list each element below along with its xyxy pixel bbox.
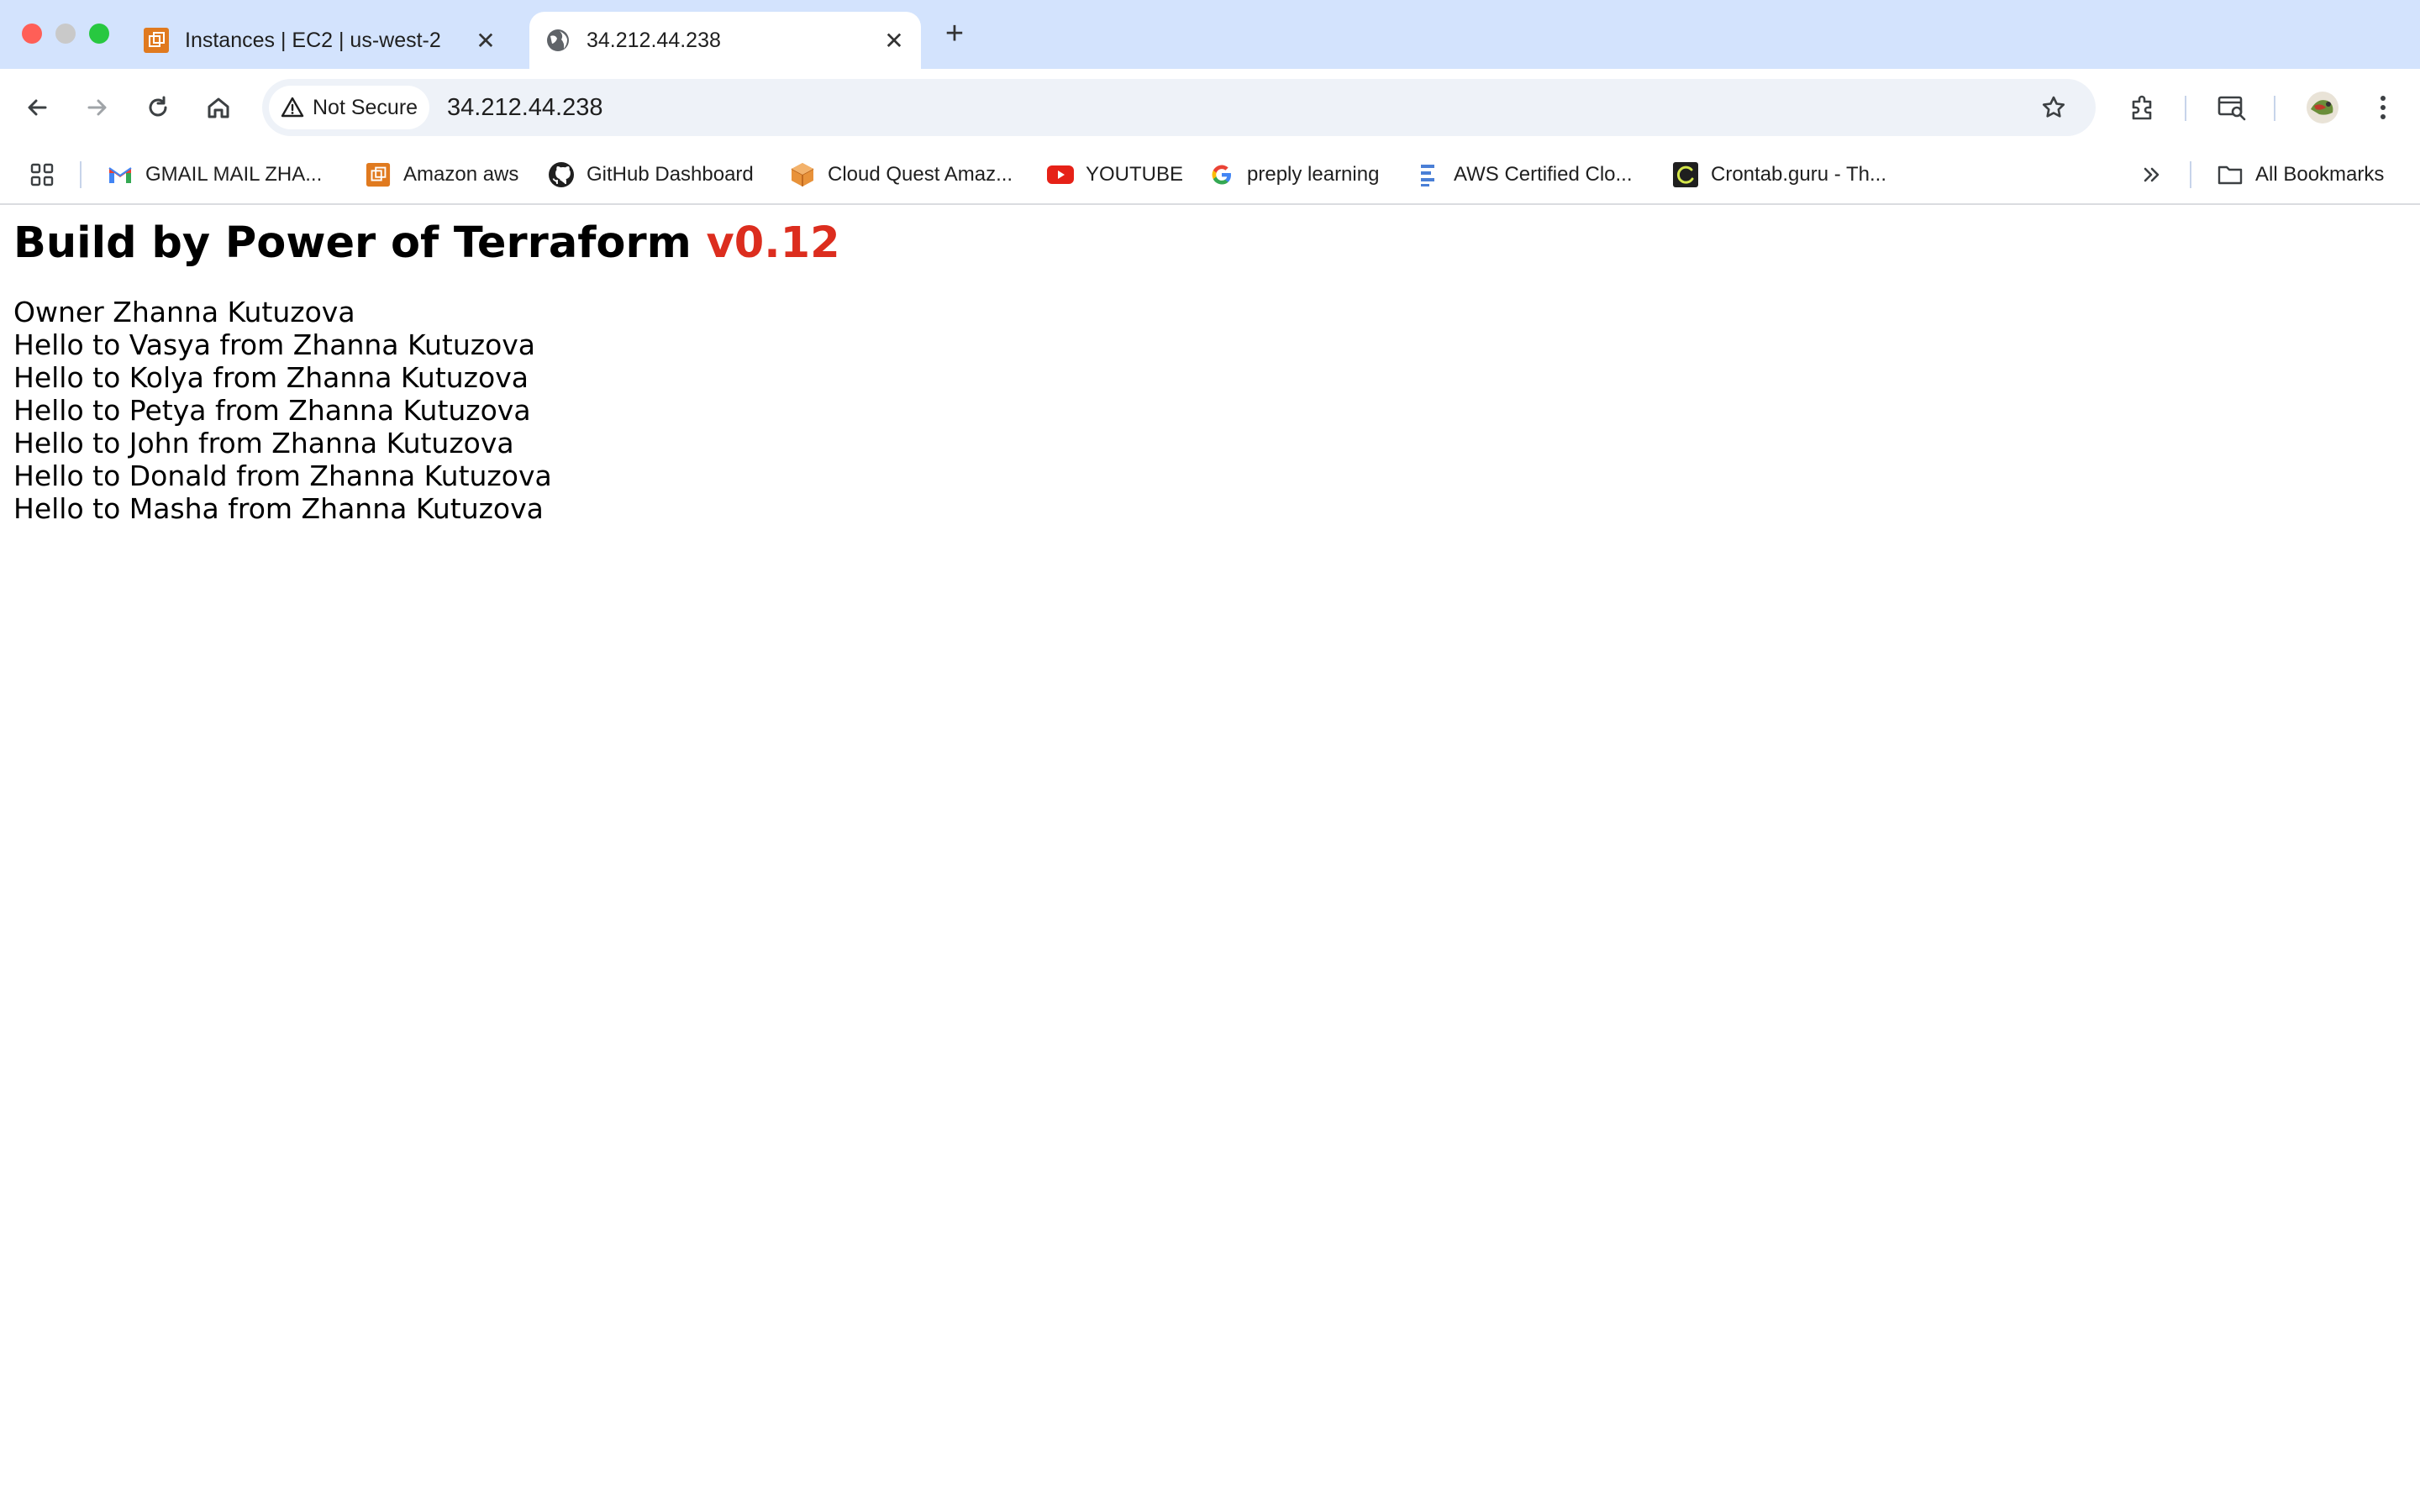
bookmark-amazon-aws[interactable]: Amazon aws <box>365 146 518 203</box>
profile-avatar-button[interactable] <box>2302 87 2343 128</box>
bookmark-youtube[interactable]: YOUTUBE <box>1047 146 1183 203</box>
tab-title: Instances | EC2 | us-west-2 <box>185 28 441 52</box>
browser-menu-button[interactable] <box>2363 87 2403 128</box>
youtube-icon <box>1047 161 1074 188</box>
more-vertical-icon <box>2381 96 2386 119</box>
toolbar-divider <box>2274 96 2275 121</box>
tab-search-icon <box>2217 96 2246 121</box>
crontab-icon <box>1672 161 1699 188</box>
bookmark-label: Crontab.guru - Th... <box>1711 163 1886 186</box>
greeting-line: Hello to Donald from Zhanna Kutuzova <box>13 459 552 492</box>
all-bookmarks-label: All Bookmarks <box>2255 163 2385 186</box>
url-text[interactable]: 34.212.44.238 <box>447 79 602 136</box>
greeting-line: Hello to Kolya from Zhanna Kutuzova <box>13 361 529 394</box>
apps-button[interactable] <box>29 146 55 203</box>
avatar <box>2307 92 2338 123</box>
github-icon <box>548 161 575 188</box>
back-button[interactable] <box>17 87 57 128</box>
bookmark-aws-certified[interactable]: AWS Certified Clo... <box>1415 146 1633 203</box>
aws-ec2-icon <box>143 27 170 54</box>
more-bookmarks-button[interactable] <box>2139 146 2163 203</box>
greeting-line: Hello to Vasya from Zhanna Kutuzova <box>13 328 536 361</box>
bookmark-label: YOUTUBE <box>1086 163 1184 186</box>
bookmark-crontab-guru[interactable]: Crontab.guru - Th... <box>1672 146 1886 203</box>
bookmark-cloud-quest[interactable]: Cloud Quest Amaz... <box>789 146 1013 203</box>
security-label: Not Secure <box>313 95 418 119</box>
forward-button[interactable] <box>77 87 118 128</box>
tab-title: 34.212.44.238 <box>587 28 721 52</box>
greeting-line: Hello to Petya from Zhanna Kutuzova <box>13 394 531 427</box>
chevron-double-right-icon <box>2144 167 2160 182</box>
bookmark-github[interactable]: GitHub Dashboard <box>548 146 754 203</box>
greeting-line: Hello to Masha from Zhanna Kutuzova <box>13 492 544 525</box>
greeting-line: Hello to John from Zhanna Kutuzova <box>13 427 514 459</box>
tab-current-page[interactable]: 34.212.44.238 ✕ <box>529 12 921 69</box>
puzzle-icon <box>2132 95 2152 120</box>
close-tab-icon[interactable]: ✕ <box>879 25 909 55</box>
aws-icon <box>365 161 392 188</box>
page-content: Build by Power of Terraform v0.12 Owner … <box>13 217 840 525</box>
home-icon <box>208 97 229 118</box>
page-title: Build by Power of Terraform v0.12 <box>13 217 840 270</box>
apps-grid-icon <box>30 163 54 186</box>
tab-search-button[interactable] <box>2212 87 2252 128</box>
warning-icon <box>281 97 304 118</box>
star-icon <box>2042 96 2065 118</box>
maximize-window-button[interactable] <box>89 24 109 44</box>
greeting-list: Owner Zhanna Kutuzova Hello to Vasya fro… <box>13 296 840 525</box>
tab-ec2-instances[interactable]: Instances | EC2 | us-west-2 ✕ <box>138 12 513 69</box>
bookmark-label: Amazon aws <box>403 163 519 186</box>
home-button[interactable] <box>198 87 239 128</box>
bookmarks-divider <box>80 161 82 188</box>
bookmark-label: GMAIL MAIL ZHA... <box>145 163 323 186</box>
owner-line: Owner Zhanna Kutuzova <box>13 296 355 328</box>
version-label: v0.12 <box>706 218 840 268</box>
bookmarks-bar: GMAIL MAIL ZHA... Amazon aws GitHub Dash… <box>0 146 2420 205</box>
bookmark-gmail[interactable]: GMAIL MAIL ZHA... <box>107 146 322 203</box>
arrow-left-icon <box>28 99 47 116</box>
tab-strip: Instances | EC2 | us-west-2 ✕ 34.212.44.… <box>0 0 2420 69</box>
google-icon <box>1208 161 1235 188</box>
bookmark-label: preply learning <box>1247 163 1380 186</box>
new-tab-button[interactable]: + <box>938 15 971 52</box>
site-info-button[interactable]: Not Secure <box>269 86 430 129</box>
gmail-icon <box>107 161 134 188</box>
arrow-right-icon <box>87 99 107 116</box>
reload-icon <box>149 96 167 117</box>
browser-toolbar: Not Secure 34.212.44.238 <box>0 69 2420 146</box>
folder-icon <box>2217 161 2244 188</box>
bookmark-preply[interactable]: preply learning <box>1208 146 1379 203</box>
page-heading-text: Build by Power of Terraform <box>13 218 707 268</box>
bookmark-label: Cloud Quest Amaz... <box>828 163 1013 186</box>
close-window-button[interactable] <box>22 24 42 44</box>
bookmark-label: GitHub Dashboard <box>587 163 754 186</box>
toolbar-divider <box>2185 96 2186 121</box>
reload-button[interactable] <box>138 87 178 128</box>
address-bar[interactable]: Not Secure 34.212.44.238 <box>262 79 2096 136</box>
bookmark-star-button[interactable] <box>2033 87 2074 128</box>
all-bookmarks-button[interactable]: All Bookmarks <box>2217 146 2384 203</box>
bookmarks-divider <box>2190 161 2191 188</box>
bars-icon <box>1415 161 1442 188</box>
bookmark-label: AWS Certified Clo... <box>1454 163 1633 186</box>
globe-icon <box>544 27 571 54</box>
close-tab-icon[interactable]: ✕ <box>471 25 501 55</box>
extensions-button[interactable] <box>2123 87 2163 128</box>
minimize-window-button[interactable] <box>55 24 76 44</box>
cube-icon <box>789 161 816 188</box>
